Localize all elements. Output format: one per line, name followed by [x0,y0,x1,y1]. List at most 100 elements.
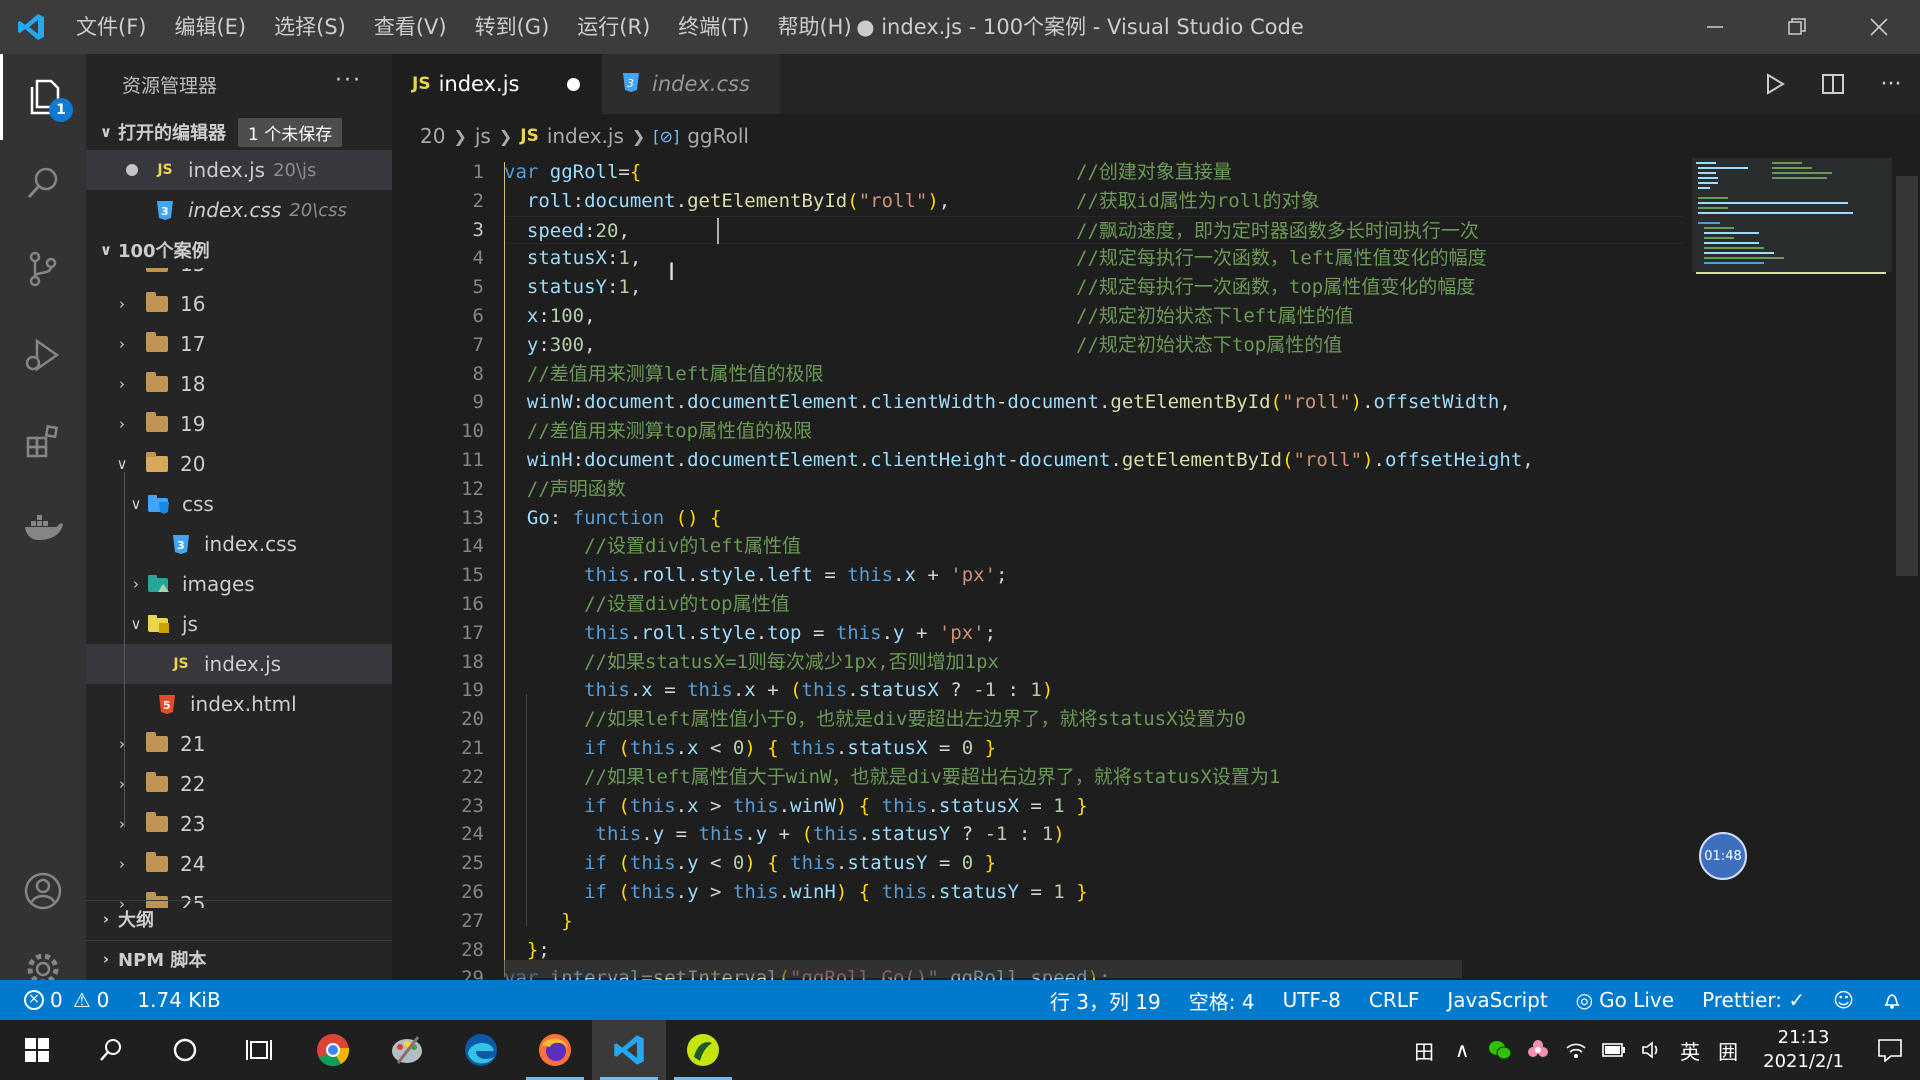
more-actions-icon[interactable]: ··· [335,68,362,93]
breadcrumb-item[interactable]: index.js [547,124,624,148]
vertical-scrollbar[interactable] [1892,158,1920,980]
paint-taskbar-button[interactable] [370,1020,444,1080]
code-line[interactable]: roll:document.getElementById("roll"),//获… [504,187,1684,216]
tree-folder[interactable]: › 19 [86,404,392,444]
menu-edit[interactable]: 编辑(E) [160,0,260,54]
code-line[interactable]: this.x = this.x + (this.statusX ? -1 : 1… [504,676,1684,705]
open-editors-section[interactable]: ∨ 打开的编辑器 1 个未保存 [86,114,392,150]
task-view-button[interactable] [222,1020,296,1080]
code-line[interactable]: //设置div的left属性值 [504,532,1684,561]
code-line[interactable]: //如果statusX=1则每次减少1px,否则增加1px [504,648,1684,677]
firefox-taskbar-button[interactable] [518,1020,592,1080]
workspace-section[interactable]: ∨ 100个案例 [86,232,392,268]
code-line[interactable]: } [504,907,1684,936]
language-mode[interactable]: JavaScript [1447,988,1547,1012]
code-line[interactable]: Go: function () { [504,504,1684,533]
vscode-taskbar-button[interactable] [592,1020,666,1080]
start-button[interactable] [0,1020,74,1080]
run-file-button[interactable] [1746,72,1804,96]
tree-file[interactable]: 5 index.html [86,684,392,724]
tree-folder-open[interactable]: ∨ css [86,484,392,524]
explorer-button[interactable]: 1 [0,54,86,140]
code-line[interactable]: //设置div的top属性值 [504,590,1684,619]
problems-indicator[interactable]: × 0 ⚠ 0 [24,988,109,1012]
accounts-button[interactable] [0,848,86,934]
ime-grid-icon[interactable]: 田 [1405,1036,1443,1065]
menu-help[interactable]: 帮助(H) [763,0,865,54]
tab-index-js[interactable]: JS index.js [392,54,602,114]
search-button[interactable] [74,1020,148,1080]
cursor-position[interactable]: 行 3，列 19 [1050,986,1161,1015]
code-line[interactable]: var ggRoll={//创建对象直接量 [504,158,1684,187]
tree-folder[interactable]: › images [86,564,392,604]
tree-folder[interactable]: › 23 [86,804,392,844]
npm-scripts-section[interactable]: › NPM 脚本 [86,940,392,976]
volume-icon[interactable] [1633,1040,1671,1060]
restore-button[interactable] [1756,0,1838,54]
wifi-icon[interactable] [1557,1040,1595,1060]
ime-mode-icon[interactable]: 囲 [1709,1036,1747,1065]
code-line[interactable]: //如果left属性值小于0，也就是div要超出左边界了，就将statusX设置… [504,705,1684,734]
battery-icon[interactable] [1595,1043,1633,1057]
wechat-icon[interactable] [1481,1039,1519,1061]
code-line[interactable]: this.y = this.y + (this.statusY ? -1 : 1… [504,820,1684,849]
go-live-button[interactable]: ◎ Go Live [1576,988,1674,1012]
tree-folder[interactable]: › 16 [86,284,392,324]
docker-button[interactable] [0,484,86,570]
notifications-bell-icon[interactable] [1882,990,1902,1010]
code-line[interactable]: speed:20,//飘动速度，即为定时器函数多长时间执行一次 [504,215,1684,245]
run-debug-button[interactable] [0,312,86,398]
code-line[interactable]: this.roll.style.left = this.x + 'px'; [504,561,1684,590]
flower-app-icon[interactable] [1519,1039,1557,1061]
code-line[interactable]: //差值用来测算top属性值的极限 [504,417,1684,446]
cortana-button[interactable] [148,1020,222,1080]
tree-folder-open[interactable]: ∨ 20 [86,444,392,484]
chrome-taskbar-button[interactable] [296,1020,370,1080]
extensions-button[interactable] [0,398,86,484]
breadcrumb-item[interactable]: js [475,124,491,148]
code-line[interactable]: y:300,//规定初始状态下top属性的值 [504,331,1684,360]
code-editor[interactable]: 1 2 3 4 5 6 7 8 9 10 11 12 13 14 15 16 17 18 19 20 21 22 23 24 2… [392,158,1692,980]
breadcrumb-item[interactable]: 20 [420,124,445,148]
code-line[interactable]: if (this.x < 0) { this.statusX = 0 } [504,734,1684,763]
indentation[interactable]: 空格: 4 [1189,986,1255,1015]
feedback-icon[interactable]: ☺ [1833,988,1854,1012]
breadcrumb-item[interactable]: ggRoll [687,124,749,148]
menu-selection[interactable]: 选择(S) [260,0,360,54]
menu-view[interactable]: 查看(V) [360,0,461,54]
open-editor-item[interactable]: 3 index.css 20\css [86,190,392,230]
split-editor-button[interactable] [1804,72,1862,96]
taskbar-clock[interactable]: 21:13 2021/2/1 [1747,1026,1860,1074]
tree-file-selected[interactable]: JS index.js [86,644,392,684]
code-line[interactable]: //声明函数 [504,475,1684,504]
tree-folder[interactable]: › 15 [86,268,392,284]
open-editor-item[interactable]: JS index.js 20\js [86,150,392,190]
scrollbar-thumb[interactable] [1896,176,1918,576]
horizontal-scrollbar[interactable] [504,960,1462,978]
code-line[interactable]: //差值用来测算left属性值的极限 [504,360,1684,389]
tree-file[interactable]: 3 index.css [86,524,392,564]
recording-timer[interactable]: 01:48 [1699,832,1747,880]
code-line[interactable]: x:100,//规定初始状态下left属性的值 [504,302,1684,331]
menu-file[interactable]: 文件(F) [62,0,160,54]
tree-folder[interactable]: › 21 [86,724,392,764]
code-line[interactable]: if (this.x > this.winW) { this.statusX =… [504,792,1684,821]
more-actions-icon[interactable]: ··· [1862,72,1920,97]
code-line[interactable]: winW:document.documentElement.clientWidt… [504,388,1684,417]
tab-index-css[interactable]: 3 index.css [602,54,780,114]
chevron-up-icon[interactable]: ∧ [1443,1038,1481,1062]
edge-taskbar-button[interactable] [444,1020,518,1080]
unsaved-dot-icon[interactable] [567,78,580,91]
code-line[interactable]: statusY:1,//规定每执行一次函数，top属性值变化的幅度 [504,273,1684,302]
code-area[interactable]: var ggRoll={//创建对象直接量 roll:document.getE… [504,158,1684,980]
code-line[interactable]: //如果left属性值大于winW，也就是div要超出右边界了，就将status… [504,763,1684,792]
search-button[interactable] [0,140,86,226]
tree-folder-open[interactable]: ∨ js [86,604,392,644]
menu-go[interactable]: 转到(G) [461,0,564,54]
prettier-status[interactable]: Prettier: ✓ [1702,988,1805,1012]
action-center-icon[interactable] [1860,1038,1920,1062]
code-line[interactable]: statusX:1,//规定每执行一次函数，left属性值变化的幅度 [504,244,1684,273]
tree-folder[interactable]: › 22 [86,764,392,804]
menu-run[interactable]: 运行(R) [563,0,664,54]
menu-terminal[interactable]: 终端(T) [664,0,763,54]
